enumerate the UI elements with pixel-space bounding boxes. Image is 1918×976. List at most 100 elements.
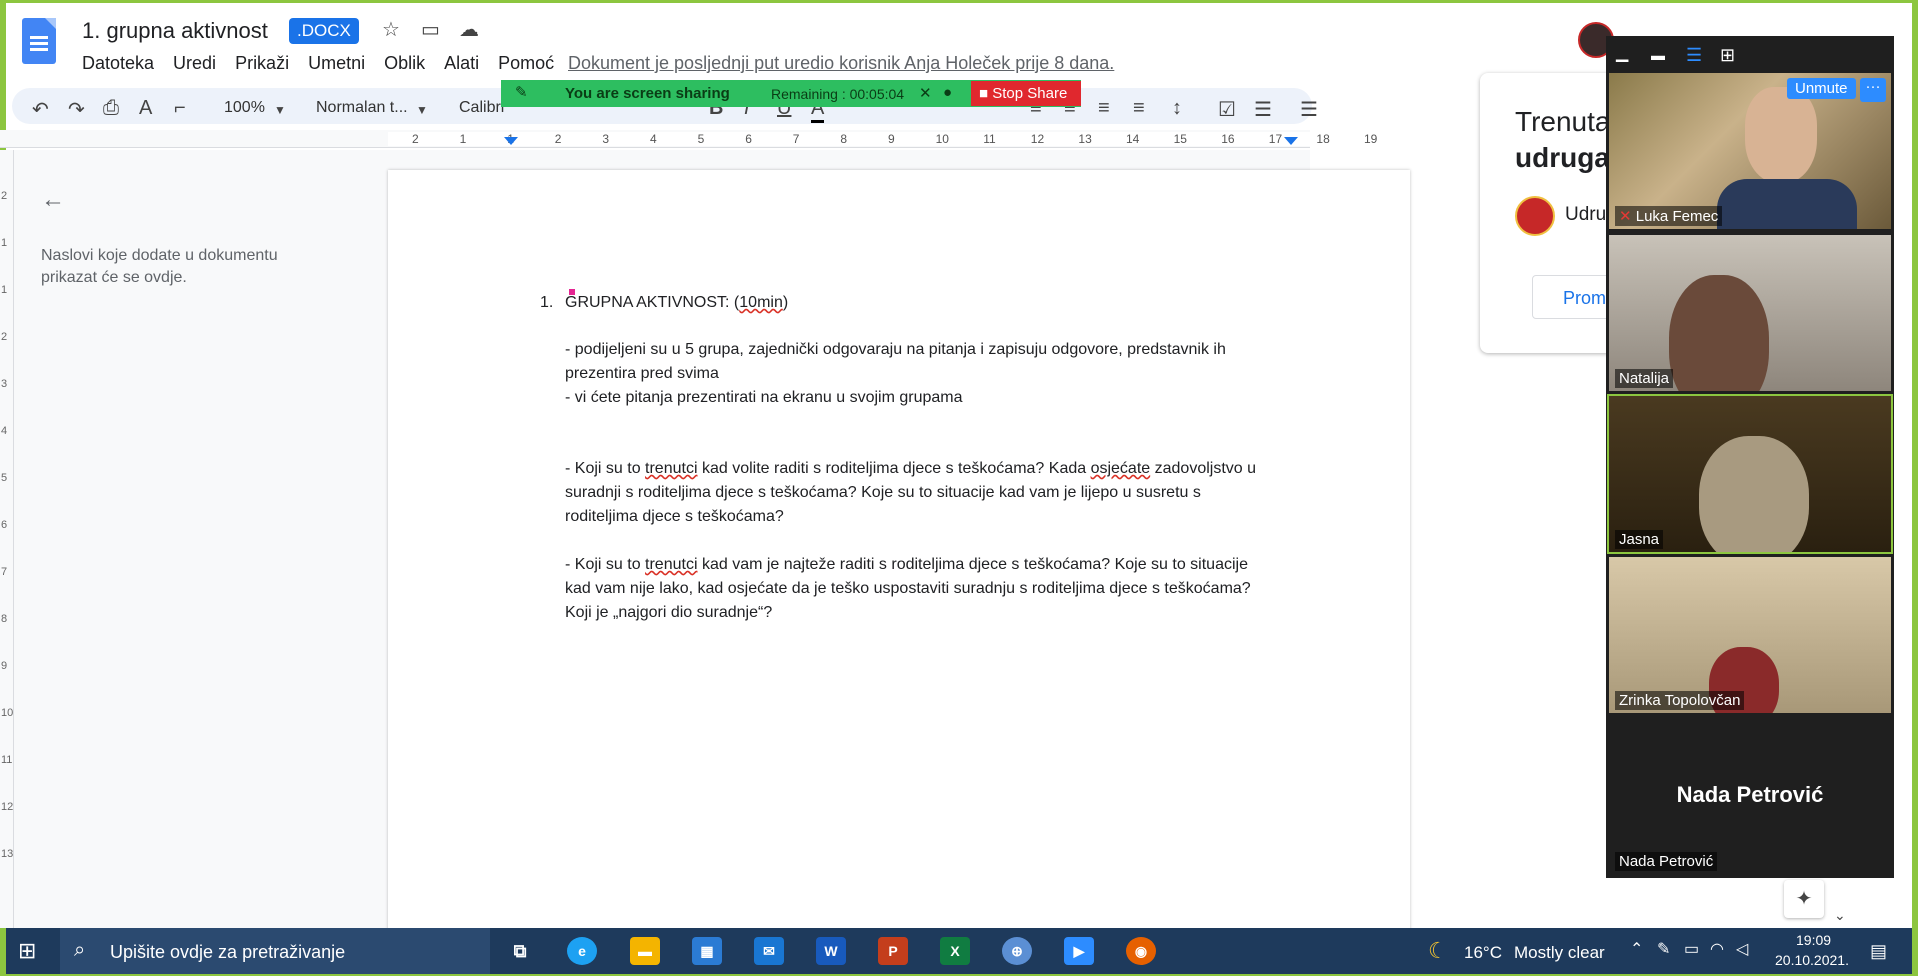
line-spacing-icon[interactable]: ↕ bbox=[1172, 97, 1182, 120]
participant-tile[interactable]: Nada Petrović Nada Petrović bbox=[1609, 718, 1891, 874]
font-select[interactable]: Calibri bbox=[459, 99, 504, 117]
menu-file[interactable]: Datoteka bbox=[82, 53, 154, 74]
zoom-app-icon[interactable]: ▶ bbox=[1064, 937, 1094, 965]
clock-date[interactable]: 20.10.2021. bbox=[1775, 952, 1849, 968]
chevron-down-icon[interactable]: ▼ bbox=[416, 103, 428, 117]
unmute-button[interactable]: Unmute bbox=[1787, 78, 1856, 99]
ruler-tick-label: 4 bbox=[1, 425, 8, 437]
docs-logo-icon[interactable] bbox=[22, 18, 56, 64]
panel-title-2: udruga bbox=[1515, 142, 1610, 173]
last-edit-link[interactable]: Dokument je posljednji put uredio korisn… bbox=[568, 53, 1114, 74]
ruler-tick-label: 3 bbox=[602, 132, 610, 146]
notifications-icon[interactable]: ▤ bbox=[1870, 942, 1887, 960]
ruler-tick-label: 2 bbox=[1, 331, 8, 343]
volume-icon[interactable]: ◁ bbox=[1736, 942, 1748, 958]
ruler-tick-label: 3 bbox=[1, 378, 8, 390]
stop-share-button[interactable]: ■ Stop Share bbox=[971, 81, 1081, 106]
chevron-down-icon[interactable]: ▼ bbox=[274, 103, 286, 117]
question-line[interactable]: kad vam nije lako, kad osjećate da je te… bbox=[565, 577, 1251, 601]
word-icon[interactable]: W bbox=[816, 937, 846, 965]
pen-icon[interactable]: ✎ bbox=[1657, 942, 1670, 958]
weather-status[interactable]: Mostly clear bbox=[1514, 943, 1605, 963]
right-indent-marker-icon[interactable] bbox=[1284, 137, 1298, 145]
question-line[interactable]: - Koji su to trenutci kad volite raditi … bbox=[565, 457, 1256, 481]
participant-tile[interactable]: Zrinka Topolovčan bbox=[1609, 557, 1891, 713]
participant-name: Zrinka Topolovčan bbox=[1615, 691, 1745, 710]
ruler-tick-label: 6 bbox=[1, 519, 8, 531]
ruler-tick-label: 7 bbox=[792, 132, 800, 146]
participant-tile[interactable]: Natalija bbox=[1609, 235, 1891, 391]
question-line[interactable]: suradnji s roditeljima djece s teškoćama… bbox=[565, 481, 1201, 505]
heading-line[interactable]: GRUPNA AKTIVNOST: (10min) bbox=[565, 291, 788, 315]
tray-chevron-icon[interactable]: ⌃ bbox=[1630, 942, 1643, 958]
move-folder-icon[interactable]: ▭ bbox=[421, 20, 440, 40]
panel-item[interactable]: Udru bbox=[1565, 204, 1606, 226]
participant-tile[interactable]: Jasna bbox=[1607, 394, 1893, 554]
gallery-grid-icon[interactable]: ⊞ bbox=[1720, 46, 1735, 64]
spellcheck-icon[interactable]: A bbox=[139, 97, 152, 120]
menu-insert[interactable]: Umetni bbox=[308, 53, 365, 74]
numbered-list-icon[interactable]: ☰ bbox=[1300, 97, 1318, 122]
undo-icon[interactable]: ↶ bbox=[32, 97, 49, 122]
style-select[interactable]: Normalan t... bbox=[316, 99, 408, 117]
video-face bbox=[1669, 275, 1769, 391]
mic-off-icon[interactable]: ✕ bbox=[919, 84, 932, 102]
menu-format[interactable]: Oblik bbox=[384, 53, 425, 74]
ruler-tick-label: 9 bbox=[1, 660, 8, 672]
chevron-down-icon[interactable]: ⌄ bbox=[1834, 908, 1846, 922]
menu-tools[interactable]: Alati bbox=[444, 53, 479, 74]
align-right-icon[interactable]: ≡ bbox=[1098, 97, 1110, 120]
video-body bbox=[1717, 179, 1857, 229]
mail-icon[interactable]: ✉ bbox=[754, 937, 784, 965]
participant-placeholder-name: Nada Petrović bbox=[1676, 782, 1824, 807]
paragraph-line[interactable]: - podijeljeni su u 5 grupa, zajednički o… bbox=[565, 338, 1226, 362]
speaker-view-icon[interactable]: ☰ bbox=[1686, 46, 1702, 64]
minimize-icon[interactable]: ▁ bbox=[1616, 46, 1628, 62]
question-line[interactable]: roditeljima djece s teškoćama? bbox=[565, 505, 784, 529]
document-title[interactable]: 1. grupna aktivnost bbox=[82, 18, 268, 44]
print-icon[interactable]: ⎙ bbox=[103, 97, 119, 120]
network-app-icon[interactable]: ⊕ bbox=[1002, 937, 1032, 965]
weather-moon-icon[interactable]: ☾ bbox=[1428, 940, 1448, 962]
checklist-icon[interactable]: ☑ bbox=[1218, 97, 1236, 122]
panel-button[interactable]: Prom bbox=[1532, 275, 1612, 319]
zoom-select[interactable]: 100% bbox=[224, 99, 265, 117]
back-arrow-icon[interactable]: ← bbox=[41, 188, 65, 212]
store-icon[interactable]: ▦ bbox=[692, 937, 722, 965]
pin-icon[interactable]: ✎ bbox=[515, 83, 528, 101]
ruler-tick-label: 10 bbox=[935, 132, 949, 146]
task-view-icon[interactable]: ⧉ bbox=[505, 937, 535, 965]
powerpoint-icon[interactable]: P bbox=[878, 937, 908, 965]
taskbar-search-placeholder: Upišite ovdje za pretraživanje bbox=[110, 942, 346, 962]
edge-icon[interactable]: e bbox=[567, 937, 597, 965]
indent-marker-icon[interactable] bbox=[504, 137, 518, 145]
menu-edit[interactable]: Uredi bbox=[173, 53, 216, 74]
weather-temp[interactable]: 16°C bbox=[1464, 943, 1502, 963]
bullet-list-icon[interactable]: ☰ bbox=[1254, 97, 1272, 122]
redo-icon[interactable]: ↷ bbox=[68, 97, 85, 122]
wifi-icon[interactable]: ◠ bbox=[1710, 942, 1724, 958]
paint-format-icon[interactable]: ⌐ bbox=[174, 97, 186, 120]
windows-start-icon[interactable]: ⊞ bbox=[18, 940, 36, 962]
file-explorer-icon[interactable]: ▬ bbox=[630, 937, 660, 965]
paragraph-line[interactable]: - vi ćete pitanja prezentirati na ekranu… bbox=[565, 386, 963, 410]
ruler-tick-label: 15 bbox=[1173, 132, 1187, 146]
ruler-tick-label: 12 bbox=[1030, 132, 1045, 146]
menu-help[interactable]: Pomoć bbox=[498, 53, 554, 74]
explore-icon[interactable]: ✦ bbox=[1784, 880, 1824, 918]
question-line[interactable]: - Koji su to trenutci kad vam je najteže… bbox=[565, 553, 1248, 577]
clock-time[interactable]: 19:09 bbox=[1796, 932, 1831, 948]
star-icon[interactable]: ☆ bbox=[382, 20, 400, 40]
paragraph-line[interactable]: prezentira pred svima bbox=[565, 362, 719, 386]
cloud-status-icon[interactable]: ☁ bbox=[459, 20, 479, 40]
battery-icon[interactable]: ▭ bbox=[1684, 942, 1699, 958]
strip-view-icon[interactable]: ▬ bbox=[1651, 48, 1665, 62]
more-options-button[interactable]: ··· bbox=[1860, 78, 1886, 102]
ruler-tick-label: 13 bbox=[1, 848, 14, 860]
justify-icon[interactable]: ≡ bbox=[1133, 97, 1145, 120]
panel-title: Trenuta bbox=[1515, 106, 1611, 137]
excel-icon[interactable]: X bbox=[940, 937, 970, 965]
firefox-icon[interactable]: ◉ bbox=[1126, 937, 1156, 965]
menu-view[interactable]: Prikaži bbox=[235, 53, 289, 74]
question-line[interactable]: Koji je „najgori dio suradnje“? bbox=[565, 601, 772, 625]
